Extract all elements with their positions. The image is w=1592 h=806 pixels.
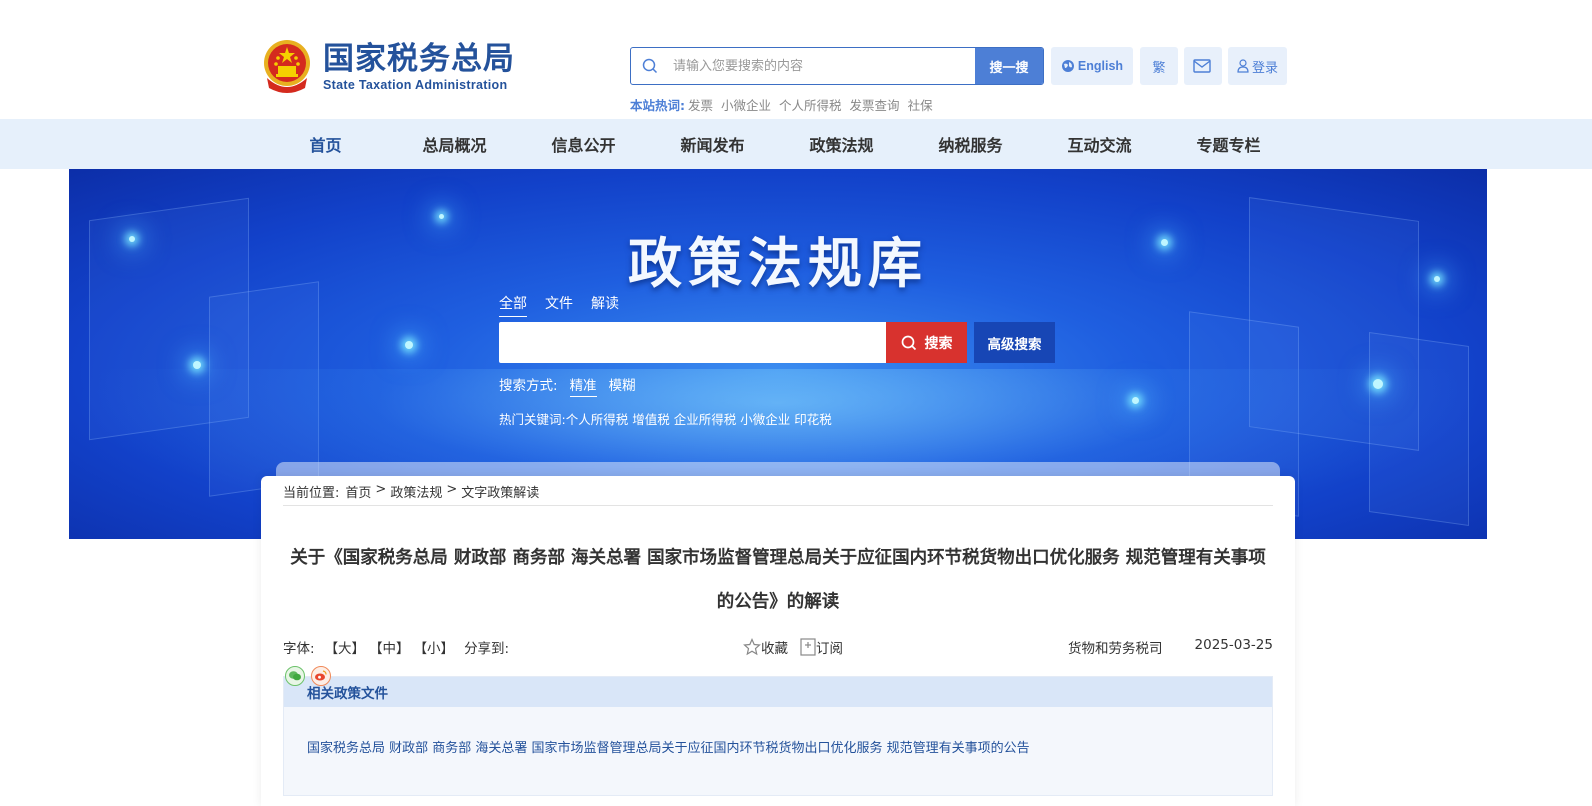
search-icon [631,48,669,84]
hotword-link[interactable]: 个人所得税 [779,95,842,114]
english-button[interactable]: English [1051,47,1133,85]
related-policy-link[interactable]: 国家税务总局 财政部 商务部 海关总署 国家市场监督管理总局关于应征国内环节税货… [307,737,1030,756]
related-policies: 相关政策文件 国家税务总局 财政部 商务部 海关总署 国家市场监督管理总局关于应… [283,676,1273,796]
breadcrumb-divider [283,505,1273,506]
font-size-medium[interactable]: 【中】 [369,637,410,657]
hotword-link[interactable]: 发票查询 [850,95,900,114]
site-hotwords: 本站热词: 发票 小微企业 个人所得税 发票查询 社保 [630,95,941,114]
globe-icon [1061,60,1074,72]
site-search-box: 搜一搜 [630,47,1044,85]
hotword-link[interactable]: 小微企业 [721,95,771,114]
breadcrumb-separator: > [375,482,387,497]
article-title-line1: 关于《国家税务总局 财政部 商务部 海关总署 国家市场监督管理总局关于应征国内环… [290,548,1266,568]
login-label: 登录 [1251,60,1278,76]
hot-keyword-link[interactable]: 增值税 [632,409,670,428]
logo-title-en: State Taxation Administration [323,77,508,92]
wechat-icon[interactable] [285,666,305,686]
favorite-button[interactable]: 收藏 [743,637,788,657]
advanced-search-button[interactable]: 高级搜索 [974,322,1055,363]
nav-item-tax-service[interactable]: 纳税服务 [906,119,1035,169]
tab-all[interactable]: 全部 [499,293,527,317]
hot-keyword-link[interactable]: 个人所得税 [566,409,629,428]
nav-item-special-topics[interactable]: 专题专栏 [1164,119,1293,169]
tab-documents[interactable]: 文件 [545,293,573,317]
banner-hot-keywords: 热门关键词: 个人所得税 增值税 企业所得税 小微企业 印花税 [499,409,836,428]
nav-item-interaction[interactable]: 互动交流 [1035,119,1164,169]
tab-interpretations[interactable]: 解读 [591,293,619,317]
publish-date: 2025-03-25 [1194,637,1273,653]
article-title-line2: 的公告》的解读 [716,592,840,612]
hot-keyword-link[interactable]: 企业所得税 [674,409,737,428]
mail-icon [1192,59,1211,73]
hotwords-label: 本站热词: [630,98,685,113]
mode-exact[interactable]: 精准 [569,374,597,397]
font-size-large[interactable]: 【大】 [325,637,366,657]
nav-item-overview[interactable]: 总局概况 [390,119,519,169]
national-emblem-icon [261,38,313,94]
decor-light [1132,397,1139,404]
banner-search-tabs: 全部 文件 解读 [499,293,637,317]
mode-fuzzy[interactable]: 模糊 [609,374,636,397]
nav-item-policy[interactable]: 政策法规 [777,119,906,169]
user-icon [1237,59,1249,73]
policy-search-input[interactable] [499,322,886,363]
breadcrumb: 当前位置: 首页 > 政策法规 > 文字政策解读 [283,482,539,501]
subscribe-button[interactable]: 订阅 [800,637,843,657]
search-mode: 搜索方式: 精准 模糊 [499,374,636,397]
department: 货物和劳务税司 [1068,641,1163,657]
font-size-small[interactable]: 【小】 [414,637,455,657]
article-meta: 字体: 【大】 【中】 【小】 分享到: 收藏 订阅 货物和劳务税司 2025-… [283,637,1273,657]
star-icon [743,638,761,656]
hot-keyword-link[interactable]: 小微企业 [740,409,790,428]
search-mode-label: 搜索方式: [499,378,558,394]
subscribe-label: 订阅 [816,641,843,657]
policy-search-label: 搜索 [924,335,953,352]
search-icon [901,335,916,350]
breadcrumb-label: 当前位置: [283,486,340,501]
traditional-chinese-button[interactable]: 繁 [1140,47,1178,85]
share-label: 分享到: [464,641,510,657]
subscribe-icon [800,638,816,656]
main-nav: 首页 总局概况 信息公开 新闻发布 政策法规 纳税服务 互动交流 专题专栏 [0,119,1592,169]
nav-item-news[interactable]: 新闻发布 [648,119,777,169]
font-size-label: 字体: [283,641,315,657]
nav-item-info-disclosure[interactable]: 信息公开 [519,119,648,169]
hot-keyword-link[interactable]: 印花税 [794,409,832,428]
breadcrumb-current[interactable]: 文字政策解读 [461,482,539,501]
site-search-button[interactable]: 搜一搜 [975,48,1043,84]
hot-keywords-label: 热门关键词: [499,412,566,427]
article-title: 关于《国家税务总局 财政部 商务部 海关总署 国家市场监督管理总局关于应征国内环… [283,536,1273,624]
english-label: English [1077,59,1124,73]
breadcrumb-separator: > [446,482,458,497]
share-icons [285,666,337,686]
site-logo[interactable]: 国家税务总局 State Taxation Administration [261,38,515,94]
logo-title-cn: 国家税务总局 [323,40,515,77]
hotword-link[interactable]: 发票 [688,95,713,114]
related-policies-heading: 相关政策文件 [284,677,1272,707]
site-search-input[interactable] [669,48,975,84]
login-button[interactable]: 登录 [1228,47,1287,85]
breadcrumb-home[interactable]: 首页 [345,482,371,501]
banner-title: 政策法规库 [628,231,928,295]
breadcrumb-policy[interactable]: 政策法规 [390,482,442,501]
nav-item-home[interactable]: 首页 [261,119,390,169]
article-card: 当前位置: 首页 > 政策法规 > 文字政策解读 关于《国家税务总局 财政部 商… [261,476,1295,806]
decor-light [405,341,413,349]
policy-search-button[interactable]: 搜索 [886,322,967,363]
mail-button[interactable] [1184,47,1222,85]
hotword-link[interactable]: 社保 [908,95,933,114]
decor-light [1373,379,1383,389]
favorite-label: 收藏 [761,641,788,657]
decor-light [193,361,201,369]
weibo-icon[interactable] [311,666,331,686]
site-header: 国家税务总局 State Taxation Administration 搜一搜… [0,0,1592,119]
